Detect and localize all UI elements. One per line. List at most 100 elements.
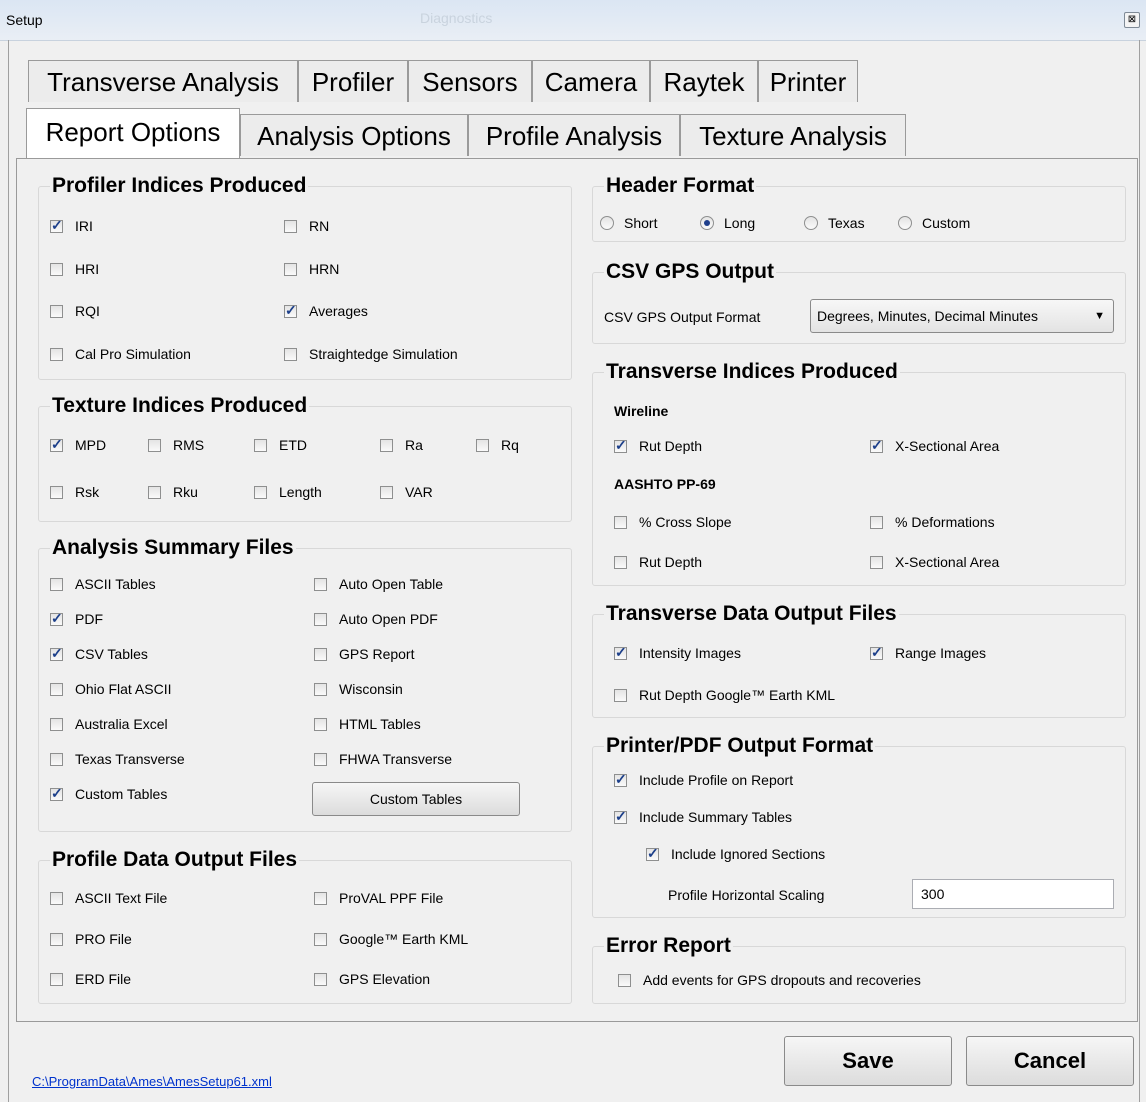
checkbox-box[interactable] xyxy=(314,891,327,905)
checkbox-box[interactable] xyxy=(50,610,63,627)
checkbox-var[interactable]: VAR xyxy=(380,484,433,500)
checkbox-etd[interactable]: ETD xyxy=(254,437,307,453)
radio-texas[interactable]: Texas xyxy=(804,215,865,231)
checkbox-texas-transverse[interactable]: Texas Transverse xyxy=(50,751,185,767)
checkbox-rms[interactable]: RMS xyxy=(148,437,204,453)
checkbox-auto-open-table[interactable]: Auto Open Table xyxy=(314,576,443,592)
checkbox-box[interactable] xyxy=(614,437,627,454)
checkbox-box[interactable] xyxy=(50,932,63,946)
checkbox-box[interactable] xyxy=(50,682,63,696)
checkbox-rn[interactable]: RN xyxy=(284,218,329,234)
checkbox-box[interactable] xyxy=(50,645,63,662)
radio-dot[interactable] xyxy=(804,216,818,230)
checkbox-box[interactable] xyxy=(870,515,883,529)
checkbox-box[interactable] xyxy=(50,436,63,453)
checkbox-box[interactable] xyxy=(314,752,327,766)
checkbox-box[interactable] xyxy=(314,577,327,591)
checkbox-box[interactable] xyxy=(614,555,627,569)
checkbox-box[interactable] xyxy=(148,438,161,452)
checkbox-rq[interactable]: Rq xyxy=(476,437,519,453)
tab-printer[interactable]: Printer xyxy=(758,60,858,102)
checkbox-box[interactable] xyxy=(614,808,627,825)
tab-camera[interactable]: Camera xyxy=(532,60,650,102)
checkbox-auto-open-pdf[interactable]: Auto Open PDF xyxy=(314,611,438,627)
checkbox-box[interactable] xyxy=(646,845,659,862)
radio-dot[interactable] xyxy=(898,216,912,230)
checkbox-box[interactable] xyxy=(614,515,627,529)
chevron-down-icon[interactable]: ▼ xyxy=(1094,310,1105,322)
checkbox-hrn[interactable]: HRN xyxy=(284,261,339,277)
checkbox-hri[interactable]: HRI xyxy=(50,261,99,277)
checkbox-box[interactable] xyxy=(380,485,393,499)
checkbox-box[interactable] xyxy=(284,347,297,361)
checkbox-box[interactable] xyxy=(314,682,327,696)
checkbox-google-earth-kml[interactable]: Google™ Earth KML xyxy=(314,931,468,947)
tab-transverse-analysis[interactable]: Transverse Analysis xyxy=(28,60,298,102)
checkbox-deformations[interactable]: % Deformations xyxy=(870,514,995,530)
checkbox-fhwa-transverse[interactable]: FHWA Transverse xyxy=(314,751,452,767)
checkbox-ascii-text-file[interactable]: ASCII Text File xyxy=(50,890,167,906)
checkbox-box[interactable] xyxy=(148,485,161,499)
checkbox-box[interactable] xyxy=(284,219,297,233)
checkbox-box[interactable] xyxy=(50,577,63,591)
csv-gps-format-select[interactable]: Degrees, Minutes, Decimal Minutes ▼ xyxy=(810,299,1114,333)
checkbox-custom-tables[interactable]: Custom Tables xyxy=(50,785,167,802)
checkbox-rqi[interactable]: RQI xyxy=(50,303,100,319)
checkbox-box[interactable] xyxy=(870,437,883,454)
checkbox-box[interactable] xyxy=(870,644,883,661)
checkbox-box[interactable] xyxy=(314,972,327,986)
tab-sensors[interactable]: Sensors xyxy=(408,60,532,102)
tab-analysis-options[interactable]: Analysis Options xyxy=(240,114,468,156)
checkbox-csv-tables[interactable]: CSV Tables xyxy=(50,645,148,662)
checkbox-gps-elevation[interactable]: GPS Elevation xyxy=(314,971,430,987)
radio-custom[interactable]: Custom xyxy=(898,215,970,231)
checkbox-box[interactable] xyxy=(284,302,297,319)
radio-short[interactable]: Short xyxy=(600,215,657,231)
checkbox-rut-depth-google-earth-kml[interactable]: Rut Depth Google™ Earth KML xyxy=(614,687,835,703)
checkbox-box[interactable] xyxy=(50,262,63,276)
checkbox-html-tables[interactable]: HTML Tables xyxy=(314,716,421,732)
checkbox-ascii-tables[interactable]: ASCII Tables xyxy=(50,576,156,592)
checkbox-pro-file[interactable]: PRO File xyxy=(50,931,132,947)
checkbox-box[interactable] xyxy=(314,932,327,946)
checkbox-box[interactable] xyxy=(254,438,267,452)
checkbox-box[interactable] xyxy=(314,647,327,661)
save-button[interactable]: Save xyxy=(784,1036,952,1086)
checkbox-wireline-rut-depth[interactable]: Rut Depth xyxy=(614,437,702,454)
checkbox-box[interactable] xyxy=(50,347,63,361)
radio-dot[interactable] xyxy=(700,216,714,230)
tab-profiler[interactable]: Profiler xyxy=(298,60,408,102)
profile-horizontal-scaling-input[interactable] xyxy=(912,879,1114,909)
checkbox-wisconsin[interactable]: Wisconsin xyxy=(314,681,403,697)
checkbox-include-profile-on-report[interactable]: Include Profile on Report xyxy=(614,771,793,788)
setup-file-path-link[interactable]: C:\ProgramData\Ames\AmesSetup61.xml xyxy=(32,1074,272,1089)
checkbox-box[interactable] xyxy=(50,785,63,802)
checkbox-include-ignored-sections[interactable]: Include Ignored Sections xyxy=(646,845,825,862)
checkbox-box[interactable] xyxy=(618,973,631,987)
checkbox-wireline-x-sectional-area[interactable]: X-Sectional Area xyxy=(870,437,999,454)
checkbox-gps-dropout-events[interactable]: Add events for GPS dropouts and recoveri… xyxy=(618,972,921,988)
checkbox-iri[interactable]: IRI xyxy=(50,217,93,234)
tab-texture-analysis[interactable]: Texture Analysis xyxy=(680,114,906,156)
checkbox-averages[interactable]: Averages xyxy=(284,302,368,319)
checkbox-box[interactable] xyxy=(50,752,63,766)
checkbox-cross-slope[interactable]: % Cross Slope xyxy=(614,514,732,530)
checkbox-ra[interactable]: Ra xyxy=(380,437,423,453)
checkbox-box[interactable] xyxy=(254,485,267,499)
checkbox-box[interactable] xyxy=(476,438,489,452)
checkbox-box[interactable] xyxy=(870,555,883,569)
checkbox-box[interactable] xyxy=(314,717,327,731)
checkbox-box[interactable] xyxy=(614,688,627,702)
checkbox-box[interactable] xyxy=(50,217,63,234)
checkbox-box[interactable] xyxy=(314,612,327,626)
checkbox-cal-pro-simulation[interactable]: Cal Pro Simulation xyxy=(50,346,191,362)
checkbox-box[interactable] xyxy=(50,304,63,318)
checkbox-pdf[interactable]: PDF xyxy=(50,610,103,627)
tab-report-options[interactable]: Report Options xyxy=(26,108,240,158)
checkbox-length[interactable]: Length xyxy=(254,484,322,500)
custom-tables-button[interactable]: Custom Tables xyxy=(312,782,520,816)
checkbox-rku[interactable]: Rku xyxy=(148,484,198,500)
radio-dot[interactable] xyxy=(600,216,614,230)
checkbox-include-summary-tables[interactable]: Include Summary Tables xyxy=(614,808,792,825)
checkbox-box[interactable] xyxy=(380,438,393,452)
